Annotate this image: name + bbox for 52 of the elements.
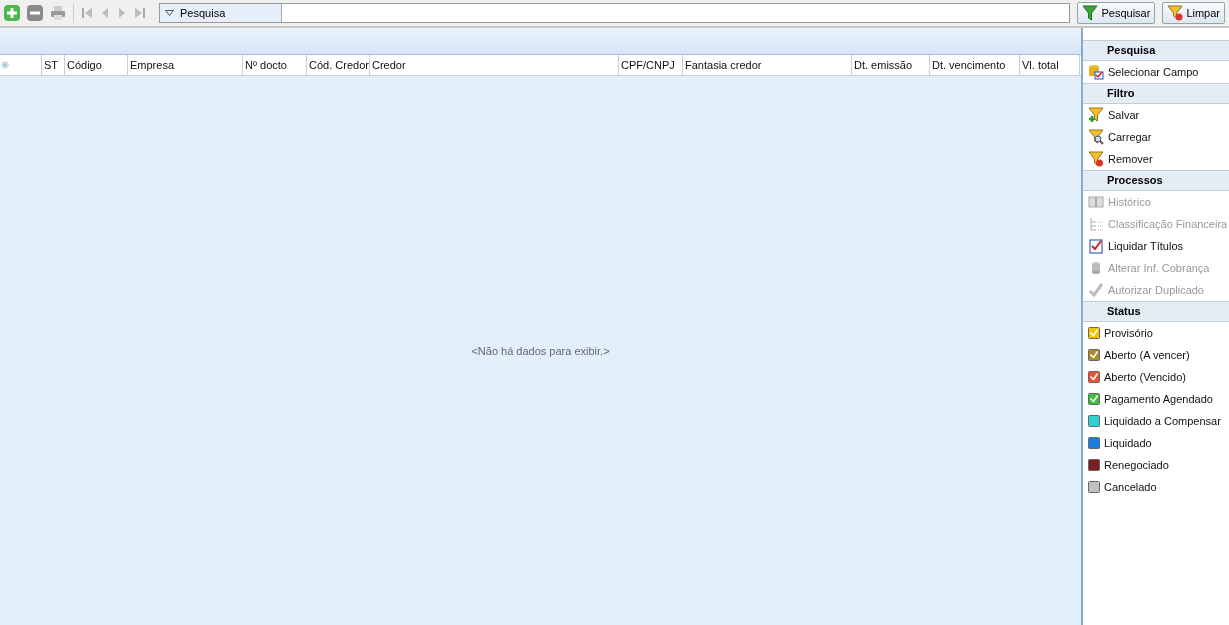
section-header: Filtro <box>1083 83 1229 104</box>
section-header: Pesquisa <box>1083 40 1229 61</box>
next-record-icon[interactable] <box>117 6 127 20</box>
status-legend-item: Aberto (A vencer) <box>1083 344 1229 366</box>
column-header[interactable]: Vl. total <box>1020 55 1080 75</box>
search-field-dropdown[interactable]: Pesquisa <box>160 4 282 22</box>
checklist-icon <box>1088 238 1104 254</box>
status-legend-item: Pagamento Agendado <box>1083 388 1229 410</box>
database-check-icon <box>1088 64 1104 80</box>
section-header: Processos <box>1083 170 1229 191</box>
funnel-remove-icon <box>1167 5 1184 21</box>
first-record-icon[interactable] <box>81 6 93 20</box>
column-header[interactable]: Nº docto <box>243 55 307 75</box>
status-legend-item: Aberto (Vencido) <box>1083 366 1229 388</box>
status-legend-item: Liquidado a Compensar <box>1083 410 1229 432</box>
status-legend-item: Provisório <box>1083 322 1229 344</box>
column-header[interactable]: Credor <box>370 55 619 75</box>
previous-record-icon[interactable] <box>100 6 110 20</box>
panel-item[interactable]: Liquidar Títulos <box>1083 235 1229 257</box>
search-button[interactable]: Pesquisar <box>1077 2 1156 24</box>
book-icon <box>1088 194 1104 210</box>
printer-icon[interactable] <box>50 5 66 21</box>
last-record-icon[interactable] <box>134 6 146 20</box>
remove-icon[interactable] <box>27 5 43 21</box>
funnel-magnifier-icon <box>1088 129 1104 145</box>
column-header[interactable]: ST <box>42 55 65 75</box>
status-legend-item: Renegociado <box>1083 454 1229 476</box>
status-legend-item: Liquidado <box>1083 432 1229 454</box>
panel-item[interactable]: Carregar <box>1083 126 1229 148</box>
funnel-remove-icon <box>1088 151 1104 167</box>
panel-item[interactable]: Remover <box>1083 148 1229 170</box>
column-header[interactable]: Dt. emissão <box>852 55 930 75</box>
panel-item[interactable]: Selecionar Campo <box>1083 61 1229 83</box>
column-header[interactable]: Código <box>65 55 128 75</box>
checkmark-icon <box>1088 282 1104 298</box>
column-header[interactable]: Dt. vencimento <box>930 55 1020 75</box>
empty-message: <Não há dados para exibir.> <box>471 344 610 357</box>
caret-icon <box>165 10 174 16</box>
add-icon[interactable] <box>4 5 20 21</box>
column-header[interactable]: Cód. Credor <box>307 55 370 75</box>
funnel-plus-icon <box>1088 107 1104 123</box>
status-legend-item: Cancelado <box>1083 476 1229 498</box>
section-header: Status <box>1083 301 1229 322</box>
search-field[interactable]: Pesquisa <box>159 3 1071 23</box>
funnel-icon <box>1082 5 1099 21</box>
column-header[interactable]: Fantasia credor <box>683 55 852 75</box>
asterisk-icon <box>1 61 9 69</box>
clear-button[interactable]: Limpar <box>1162 2 1225 24</box>
panel-item[interactable]: Salvar <box>1083 104 1229 126</box>
column-header[interactable]: Empresa <box>128 55 243 75</box>
tree-icon <box>1088 216 1104 232</box>
column-header[interactable]: CPF/CNPJ <box>619 55 683 75</box>
